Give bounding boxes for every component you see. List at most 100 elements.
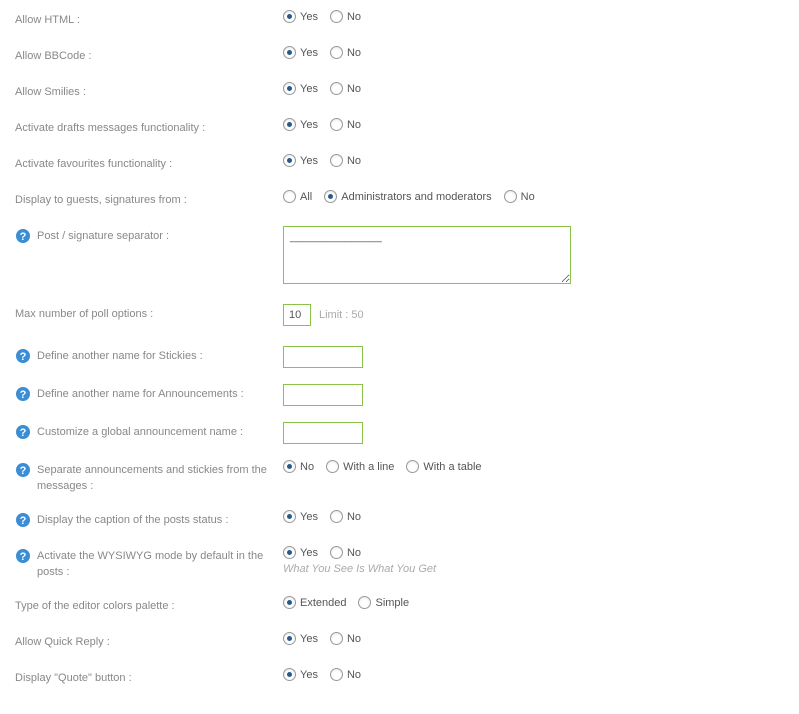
- radio-group-display-caption: Yes No: [283, 510, 361, 523]
- limit-max-poll-options: Limit : 50: [319, 309, 364, 321]
- radio-circle-icon: [283, 118, 296, 131]
- row-display-guests-sigs: Display to guests, signatures from : All…: [15, 190, 784, 210]
- radio-display-quote-yes[interactable]: Yes: [283, 668, 318, 681]
- input-customize-global[interactable]: [283, 422, 363, 444]
- radio-allow-quick-reply-no[interactable]: No: [330, 632, 361, 645]
- input-define-announcements[interactable]: [283, 384, 363, 406]
- radio-allow-quick-reply-yes[interactable]: Yes: [283, 632, 318, 645]
- radio-circle-icon: [326, 460, 339, 473]
- svg-text:?: ?: [20, 231, 27, 243]
- label-display-quote: Display "Quote" button :: [15, 670, 132, 686]
- hint-activate-wysiwyg: What You See Is What You Get: [283, 563, 436, 575]
- radio-circle-icon: [504, 190, 517, 203]
- radio-activate-favourites-no[interactable]: No: [330, 154, 361, 167]
- label-display-guests-sigs: Display to guests, signatures from :: [15, 192, 187, 208]
- row-editor-colors: Type of the editor colors palette : Exte…: [15, 596, 784, 616]
- textarea-post-sig-separator[interactable]: [283, 226, 571, 284]
- radio-display-guests-sigs-no[interactable]: No: [504, 190, 535, 203]
- help-icon[interactable]: ?: [15, 462, 31, 478]
- row-separate-ann-stickies: ? Separate announcements and stickies fr…: [15, 460, 784, 494]
- radio-circle-icon: [358, 596, 371, 609]
- label-activate-drafts: Activate drafts messages functionality :: [15, 120, 205, 136]
- radio-display-quote-no[interactable]: No: [330, 668, 361, 681]
- label-activate-favourites: Activate favourites functionality :: [15, 156, 172, 172]
- radio-editor-colors-simple[interactable]: Simple: [358, 596, 409, 609]
- row-allow-smilies: Allow Smilies : Yes No: [15, 82, 784, 102]
- radio-circle-icon: [330, 10, 343, 23]
- radio-circle-icon: [330, 668, 343, 681]
- svg-text:?: ?: [20, 551, 27, 563]
- radio-group-allow-quick-reply: Yes No: [283, 632, 361, 645]
- row-define-stickies: ? Define another name for Stickies :: [15, 346, 784, 368]
- radio-circle-icon: [283, 460, 296, 473]
- radio-circle-icon: [283, 510, 296, 523]
- radio-circle-icon: [330, 46, 343, 59]
- radio-circle-icon: [330, 82, 343, 95]
- input-define-stickies[interactable]: [283, 346, 363, 368]
- radio-allow-bbcode-yes[interactable]: Yes: [283, 46, 318, 59]
- radio-circle-icon: [324, 190, 337, 203]
- radio-circle-icon: [283, 82, 296, 95]
- radio-circle-icon: [283, 632, 296, 645]
- radio-allow-html-yes[interactable]: Yes: [283, 10, 318, 23]
- radio-circle-icon: [330, 632, 343, 645]
- radio-display-guests-sigs-all[interactable]: All: [283, 190, 312, 203]
- help-icon[interactable]: ?: [15, 228, 31, 244]
- radio-circle-icon: [283, 46, 296, 59]
- radio-editor-colors-extended[interactable]: Extended: [283, 596, 346, 609]
- label-define-announcements: Define another name for Announcements :: [37, 386, 244, 402]
- input-max-poll-options[interactable]: [283, 304, 311, 326]
- label-display-caption: Display the caption of the posts status …: [37, 512, 228, 528]
- row-activate-wysiwyg: ? Activate the WYSIWYG mode by default i…: [15, 546, 784, 580]
- radio-activate-drafts-yes[interactable]: Yes: [283, 118, 318, 131]
- radio-circle-icon: [283, 596, 296, 609]
- svg-text:?: ?: [20, 427, 27, 439]
- help-icon[interactable]: ?: [15, 386, 31, 402]
- help-icon[interactable]: ?: [15, 424, 31, 440]
- radio-allow-smilies-no[interactable]: No: [330, 82, 361, 95]
- svg-text:?: ?: [20, 465, 27, 477]
- radio-display-guests-sigs-admins[interactable]: Administrators and moderators: [324, 190, 491, 203]
- radio-separate-no[interactable]: No: [283, 460, 314, 473]
- radio-group-editor-colors: Extended Simple: [283, 596, 409, 609]
- radio-activate-favourites-yes[interactable]: Yes: [283, 154, 318, 167]
- radio-group-allow-bbcode: Yes No: [283, 46, 361, 59]
- label-allow-smilies: Allow Smilies :: [15, 84, 86, 100]
- help-icon[interactable]: ?: [15, 548, 31, 564]
- row-allow-quick-reply: Allow Quick Reply : Yes No: [15, 632, 784, 652]
- radio-group-allow-smilies: Yes No: [283, 82, 361, 95]
- radio-allow-html-no[interactable]: No: [330, 10, 361, 23]
- radio-circle-icon: [283, 546, 296, 559]
- radio-activate-wysiwyg-yes[interactable]: Yes: [283, 546, 318, 559]
- radio-group-activate-drafts: Yes No: [283, 118, 361, 131]
- svg-text:?: ?: [20, 515, 27, 527]
- radio-group-display-guests-sigs: All Administrators and moderators No: [283, 190, 535, 203]
- radio-allow-smilies-yes[interactable]: Yes: [283, 82, 318, 95]
- radio-group-allow-html: Yes No: [283, 10, 361, 23]
- row-activate-favourites: Activate favourites functionality : Yes …: [15, 154, 784, 174]
- label-post-sig-separator: Post / signature separator :: [37, 228, 169, 244]
- label-separate-ann-stickies: Separate announcements and stickies from…: [37, 462, 277, 494]
- row-display-quote: Display "Quote" button : Yes No: [15, 668, 784, 688]
- radio-group-activate-wysiwyg: Yes No: [283, 546, 361, 559]
- label-activate-wysiwyg: Activate the WYSIWYG mode by default in …: [37, 548, 277, 580]
- radio-allow-bbcode-no[interactable]: No: [330, 46, 361, 59]
- radio-group-display-quote: Yes No: [283, 668, 361, 681]
- row-customize-global: ? Customize a global announcement name :: [15, 422, 784, 444]
- radio-separate-with-table[interactable]: With a table: [406, 460, 481, 473]
- radio-group-separate-ann-stickies: No With a line With a table: [283, 460, 482, 473]
- radio-circle-icon: [330, 154, 343, 167]
- help-icon[interactable]: ?: [15, 512, 31, 528]
- radio-separate-with-line[interactable]: With a line: [326, 460, 394, 473]
- radio-display-caption-no[interactable]: No: [330, 510, 361, 523]
- radio-activate-wysiwyg-no[interactable]: No: [330, 546, 361, 559]
- row-activate-drafts: Activate drafts messages functionality :…: [15, 118, 784, 138]
- label-define-stickies: Define another name for Stickies :: [37, 348, 203, 364]
- label-allow-html: Allow HTML :: [15, 12, 80, 28]
- radio-activate-drafts-no[interactable]: No: [330, 118, 361, 131]
- radio-circle-icon: [406, 460, 419, 473]
- svg-text:?: ?: [20, 351, 27, 363]
- label-allow-quick-reply: Allow Quick Reply :: [15, 634, 110, 650]
- help-icon[interactable]: ?: [15, 348, 31, 364]
- radio-display-caption-yes[interactable]: Yes: [283, 510, 318, 523]
